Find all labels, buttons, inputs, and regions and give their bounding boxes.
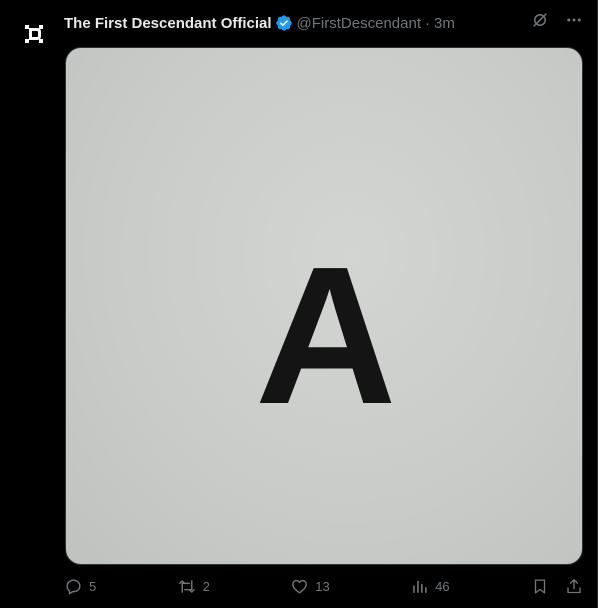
tweet-header: The First Descendant Official @FirstDesc…	[64, 12, 578, 34]
views-icon	[413, 580, 427, 593]
tweet-media-image[interactable]: A	[65, 47, 583, 565]
reply-count: 5	[89, 578, 97, 594]
view-count: 46	[435, 578, 450, 594]
action-right-group	[530, 576, 584, 596]
author-handle[interactable]: @FirstDescendant	[297, 15, 421, 32]
repost-icon	[178, 579, 195, 593]
descendant-logo-icon	[25, 25, 43, 43]
like-count: 13	[315, 578, 330, 594]
verified-badge-icon	[275, 14, 293, 32]
media-letter: A	[253, 226, 403, 445]
repost-button[interactable]: 2	[177, 577, 210, 596]
header-actions	[530, 10, 584, 30]
reply-icon	[66, 578, 81, 594]
grok-icon[interactable]	[530, 10, 550, 30]
separator-dot: ·	[425, 14, 430, 32]
timestamp[interactable]: 3m	[434, 15, 455, 32]
like-icon	[292, 579, 308, 594]
more-icon[interactable]	[564, 10, 584, 30]
avatar[interactable]	[14, 14, 54, 54]
views-button[interactable]: 46	[410, 577, 450, 596]
repost-count: 2	[202, 578, 210, 594]
display-name[interactable]: The First Descendant Official	[64, 15, 272, 32]
share-icon[interactable]	[564, 576, 584, 596]
tweet[interactable]: The First Descendant Official @FirstDesc…	[0, 0, 598, 608]
like-button[interactable]: 13	[290, 577, 330, 596]
reply-button[interactable]: 5	[64, 577, 96, 596]
bookmark-icon[interactable]	[530, 576, 550, 596]
tweet-actions: 5 2 13 46	[64, 574, 584, 598]
